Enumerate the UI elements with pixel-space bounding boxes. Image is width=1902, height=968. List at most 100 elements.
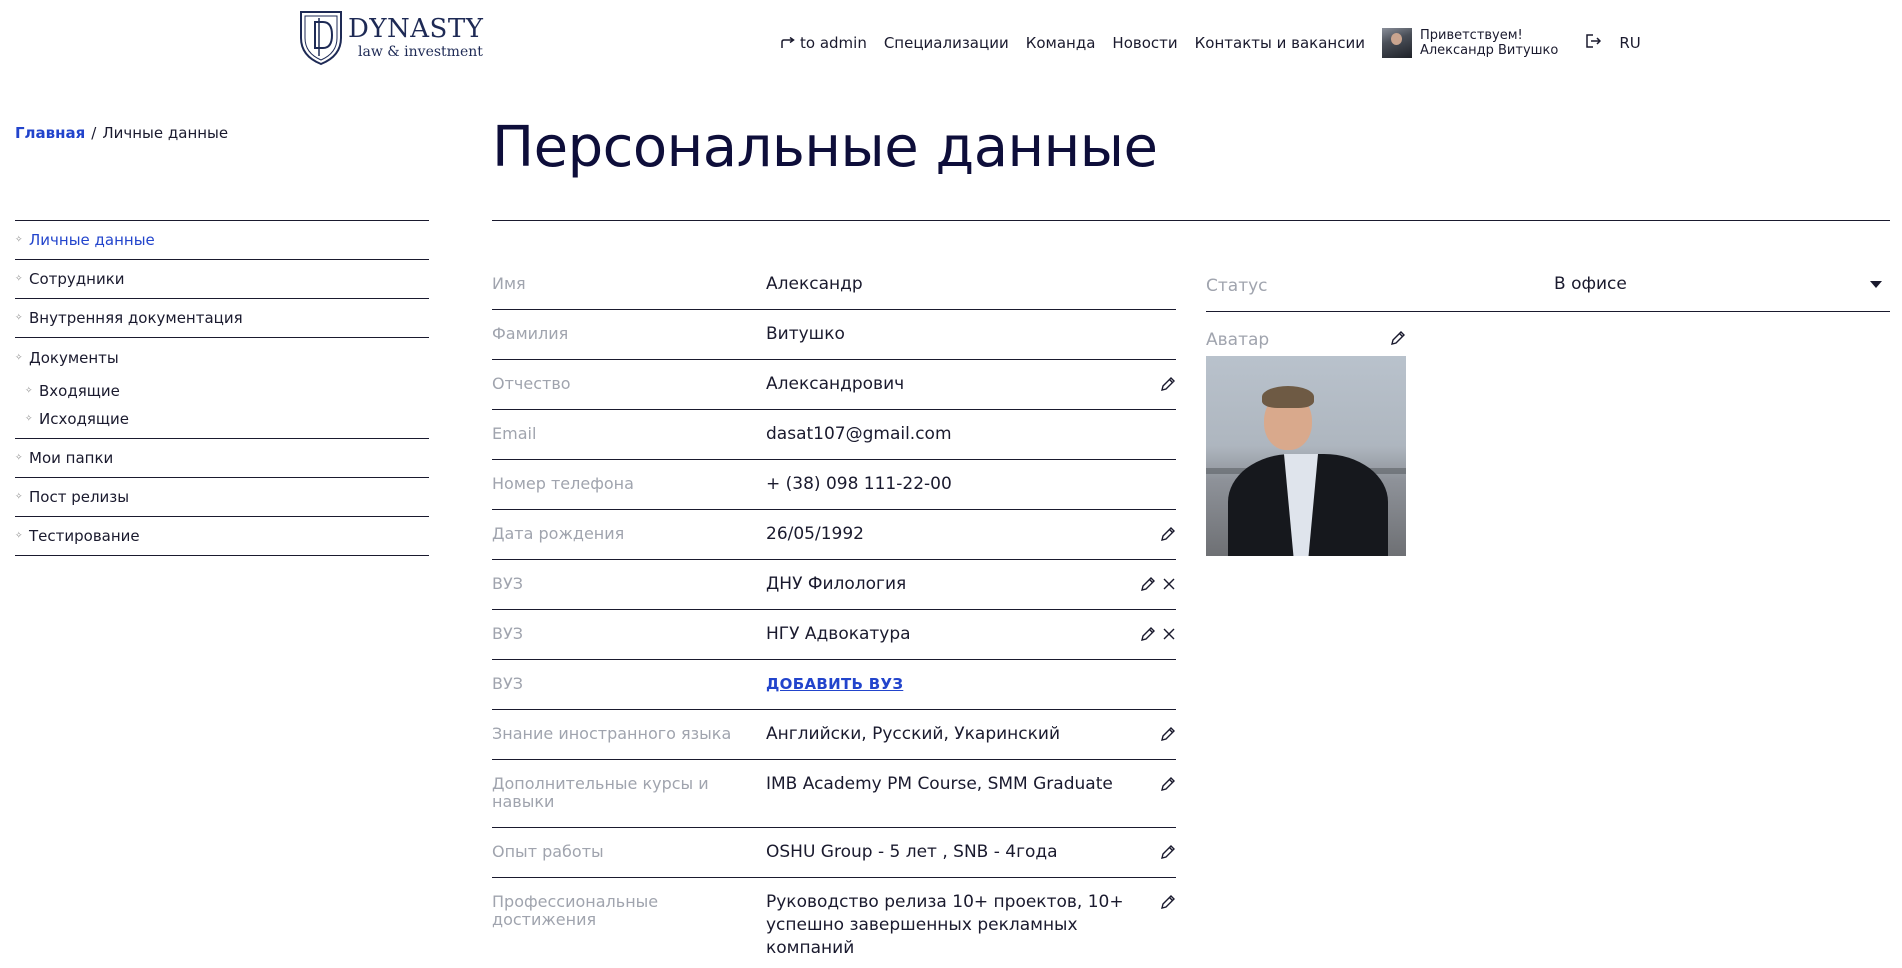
edit-pencil-icon[interactable] [1160,726,1176,742]
field-value: НГУ Адвокатура [766,624,911,644]
field-label: Знание иностранного языка [492,724,732,743]
logout-icon[interactable] [1585,33,1602,53]
field-label: Дата рождения [492,524,625,543]
nav-item-specializations[interactable]: Специализации [884,34,1009,52]
field-university-1: ВУЗ ДНУ Филология [492,560,1176,610]
add-university-link[interactable]: ДОБАВИТЬ ВУЗ [766,673,1176,701]
title-divider [492,220,1890,221]
logo[interactable]: DYNASTY law & investment [298,8,483,66]
sidebar-item-label: Сотрудники [29,270,125,288]
bullet-icon: ✧ [15,235,23,245]
field-label: Email [492,424,537,443]
field-value: OSHU Group - 5 лет , SNB - 4года [766,842,1058,862]
sidebar-item-testing[interactable]: ✧ Тестирование [15,516,429,555]
field-label: ВУЗ [492,574,523,593]
sidebar-item-label: Тестирование [29,527,140,545]
edit-pencil-icon[interactable] [1390,330,1406,350]
personal-data-form: Имя Александр Фамилия Витушко Отчество А… [492,260,1176,968]
field-value: Английски, Русский, Укаринский [766,724,1060,744]
field-label: Номер телефона [492,474,634,493]
sidebar-item-label: Мои папки [29,449,114,467]
field-phone: Номер телефона + (38) 098 111-22-00 [492,460,1176,510]
field-value: Александрович [766,374,905,394]
redirect-arrow-icon [781,37,795,48]
sidebar-subitem-label: Исходящие [39,410,130,428]
close-icon[interactable] [1162,577,1176,591]
header: DYNASTY law & investment to admin Специа… [0,0,1902,80]
edit-pencil-icon[interactable] [1160,844,1176,860]
bullet-icon: ✧ [15,531,23,541]
sidebar-divider [15,555,429,556]
sidebar-item-personal-data[interactable]: ✧ Личные данные [15,220,429,259]
sidebar: ✧ Личные данные ✧ Сотрудники ✧ Внутрення… [15,220,429,556]
field-value: Витушко [766,324,845,344]
avatar-photo [1206,356,1406,556]
bullet-icon: ✧ [15,352,23,363]
logo-subtitle: law & investment [358,43,483,60]
field-value: 26/05/1992 [766,524,864,544]
field-university-2: ВУЗ НГУ Адвокатура [492,610,1176,660]
field-email: Email dasat107@gmail.com [492,410,1176,460]
logo-shield-icon [300,11,342,66]
field-label: Фамилия [492,324,569,343]
sidebar-item-press-releases[interactable]: ✧ Пост релизы [15,477,429,516]
page-title: Персональные данные [492,115,1158,180]
sidebar-subitem-incoming[interactable]: ✧ Входящие [15,377,429,405]
edit-pencil-icon[interactable] [1140,576,1156,592]
sidebar-item-label: Документы [29,348,119,367]
field-value: IMB Academy PM Course, SMM Graduate [766,774,1113,794]
field-work-experience: Опыт работы OSHU Group - 5 лет , SNB - 4… [492,828,1176,878]
bullet-icon: ✧ [15,274,23,284]
sidebar-subitem-outgoing[interactable]: ✧ Исходящие [15,405,429,433]
sidebar-item-documents[interactable]: ✧ Документы [15,338,429,377]
field-patronymic: Отчество Александрович [492,360,1176,410]
field-label: Опыт работы [492,842,604,861]
user-greeting: Приветствуем! [1419,28,1523,43]
field-value: dasat107@gmail.com [766,424,952,444]
sidebar-item-internal-docs[interactable]: ✧ Внутренняя документация [15,298,429,337]
bullet-icon: ✧ [15,453,23,463]
edit-pencil-icon[interactable] [1160,776,1176,792]
to-admin-link[interactable]: to admin [780,34,867,52]
sidebar-item-employees[interactable]: ✧ Сотрудники [15,259,429,298]
field-label: Профессиональные достижения [492,892,659,929]
chevron-down-icon [1870,281,1882,288]
nav-item-news[interactable]: Новости [1112,34,1177,52]
user-name-link[interactable]: Александр Витушко [1420,43,1558,58]
breadcrumb: Главная / Личные данные [15,124,228,142]
field-first-name: Имя Александр [492,260,1176,310]
main-nav: to admin Специализации Команда Новости К… [780,28,1641,58]
field-label: ВУЗ [492,624,523,643]
status-value: В офисе [1554,274,1627,294]
user-avatar[interactable] [1381,28,1412,58]
status-label: Статус [1206,276,1268,296]
field-courses: Дополнительные курсы и навыки IMB Academ… [492,760,1176,828]
sidebar-item-my-folders[interactable]: ✧ Мои папки [15,438,429,477]
field-achievements: Профессиональные достижения Руководство … [492,878,1176,968]
field-label: ВУЗ [492,674,523,693]
nav-item-contacts[interactable]: Контакты и вакансии [1195,34,1365,52]
sidebar-group-documents: ✧ Документы ✧ Входящие ✧ Исходящие [15,337,429,438]
close-icon[interactable] [1162,627,1176,641]
edit-pencil-icon[interactable] [1160,376,1176,392]
field-label: Дополнительные курсы и навыки [492,774,709,811]
sidebar-item-label: Внутренняя документация [29,309,243,327]
avatar-label: Аватар [1206,330,1270,350]
sidebar-item-label: Личные данные [29,231,155,249]
breadcrumb-current: Личные данные [102,124,229,142]
bullet-icon: ✧ [15,492,23,502]
field-value: ДНУ Филология [766,574,907,594]
bullet-icon: ✧ [25,414,33,424]
edit-pencil-icon[interactable] [1160,526,1176,542]
breadcrumb-home[interactable]: Главная [15,124,85,142]
status-select[interactable]: Статус В офисе [1206,260,1890,312]
field-value: Александр [766,274,863,294]
nav-item-team[interactable]: Команда [1026,34,1096,52]
field-value: Руководство релиза 10+ проектов, 10+ усп… [766,892,1124,958]
bullet-icon: ✧ [25,386,33,396]
edit-pencil-icon[interactable] [1140,626,1156,642]
language-switch[interactable]: RU [1619,34,1640,52]
sidebar-subitem-label: Входящие [39,382,120,400]
edit-pencil-icon[interactable] [1160,894,1176,910]
to-admin-label: to admin [800,34,867,52]
